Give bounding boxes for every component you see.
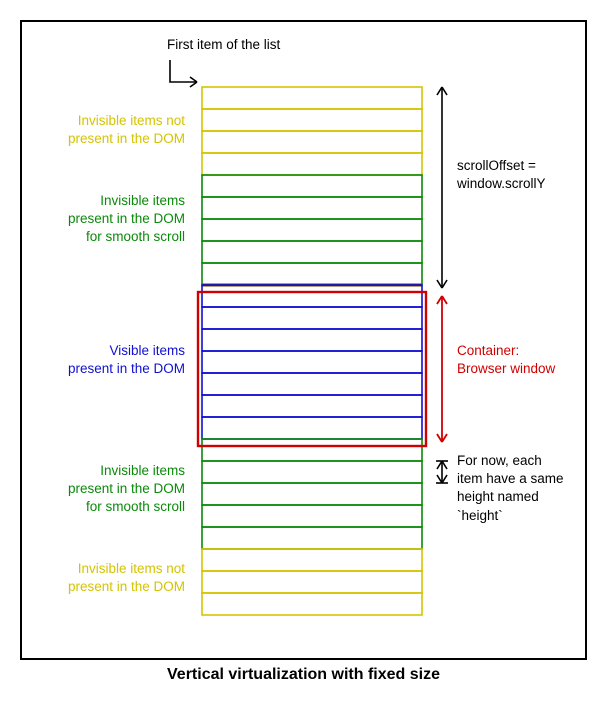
label-first-item: First item of the list <box>167 36 280 54</box>
zone-invisible-top <box>202 87 422 175</box>
arrow-item-height <box>436 461 448 483</box>
zone-invisible-bottom <box>202 549 422 615</box>
arrow-first-item <box>170 60 197 87</box>
zone-buffer-top <box>202 175 422 285</box>
diagram-frame: First item of the list Invisible items n… <box>20 20 587 660</box>
arrow-scroll-offset <box>437 87 447 288</box>
viewport-rect <box>198 292 426 446</box>
diagram-caption: Vertical virtualization with fixed size <box>0 666 607 684</box>
label-scroll-offset: scrollOffset = window.scrollY <box>457 157 577 193</box>
label-middle-blue: Visible items present in the DOM <box>35 342 185 378</box>
label-container: Container: Browser window <box>457 342 577 378</box>
arrow-container <box>437 296 447 442</box>
label-top-yellow: Invisible items not present in the DOM <box>35 112 185 148</box>
label-top-green: Invisible items present in the DOM for s… <box>35 192 185 247</box>
zone-visible <box>202 285 422 439</box>
zone-buffer-bottom <box>202 439 422 549</box>
label-bottom-yellow: Invisible items not present in the DOM <box>35 560 185 596</box>
label-bottom-green: Invisible items present in the DOM for s… <box>35 462 185 517</box>
label-item-height: For now, each item have a same height na… <box>457 452 577 525</box>
